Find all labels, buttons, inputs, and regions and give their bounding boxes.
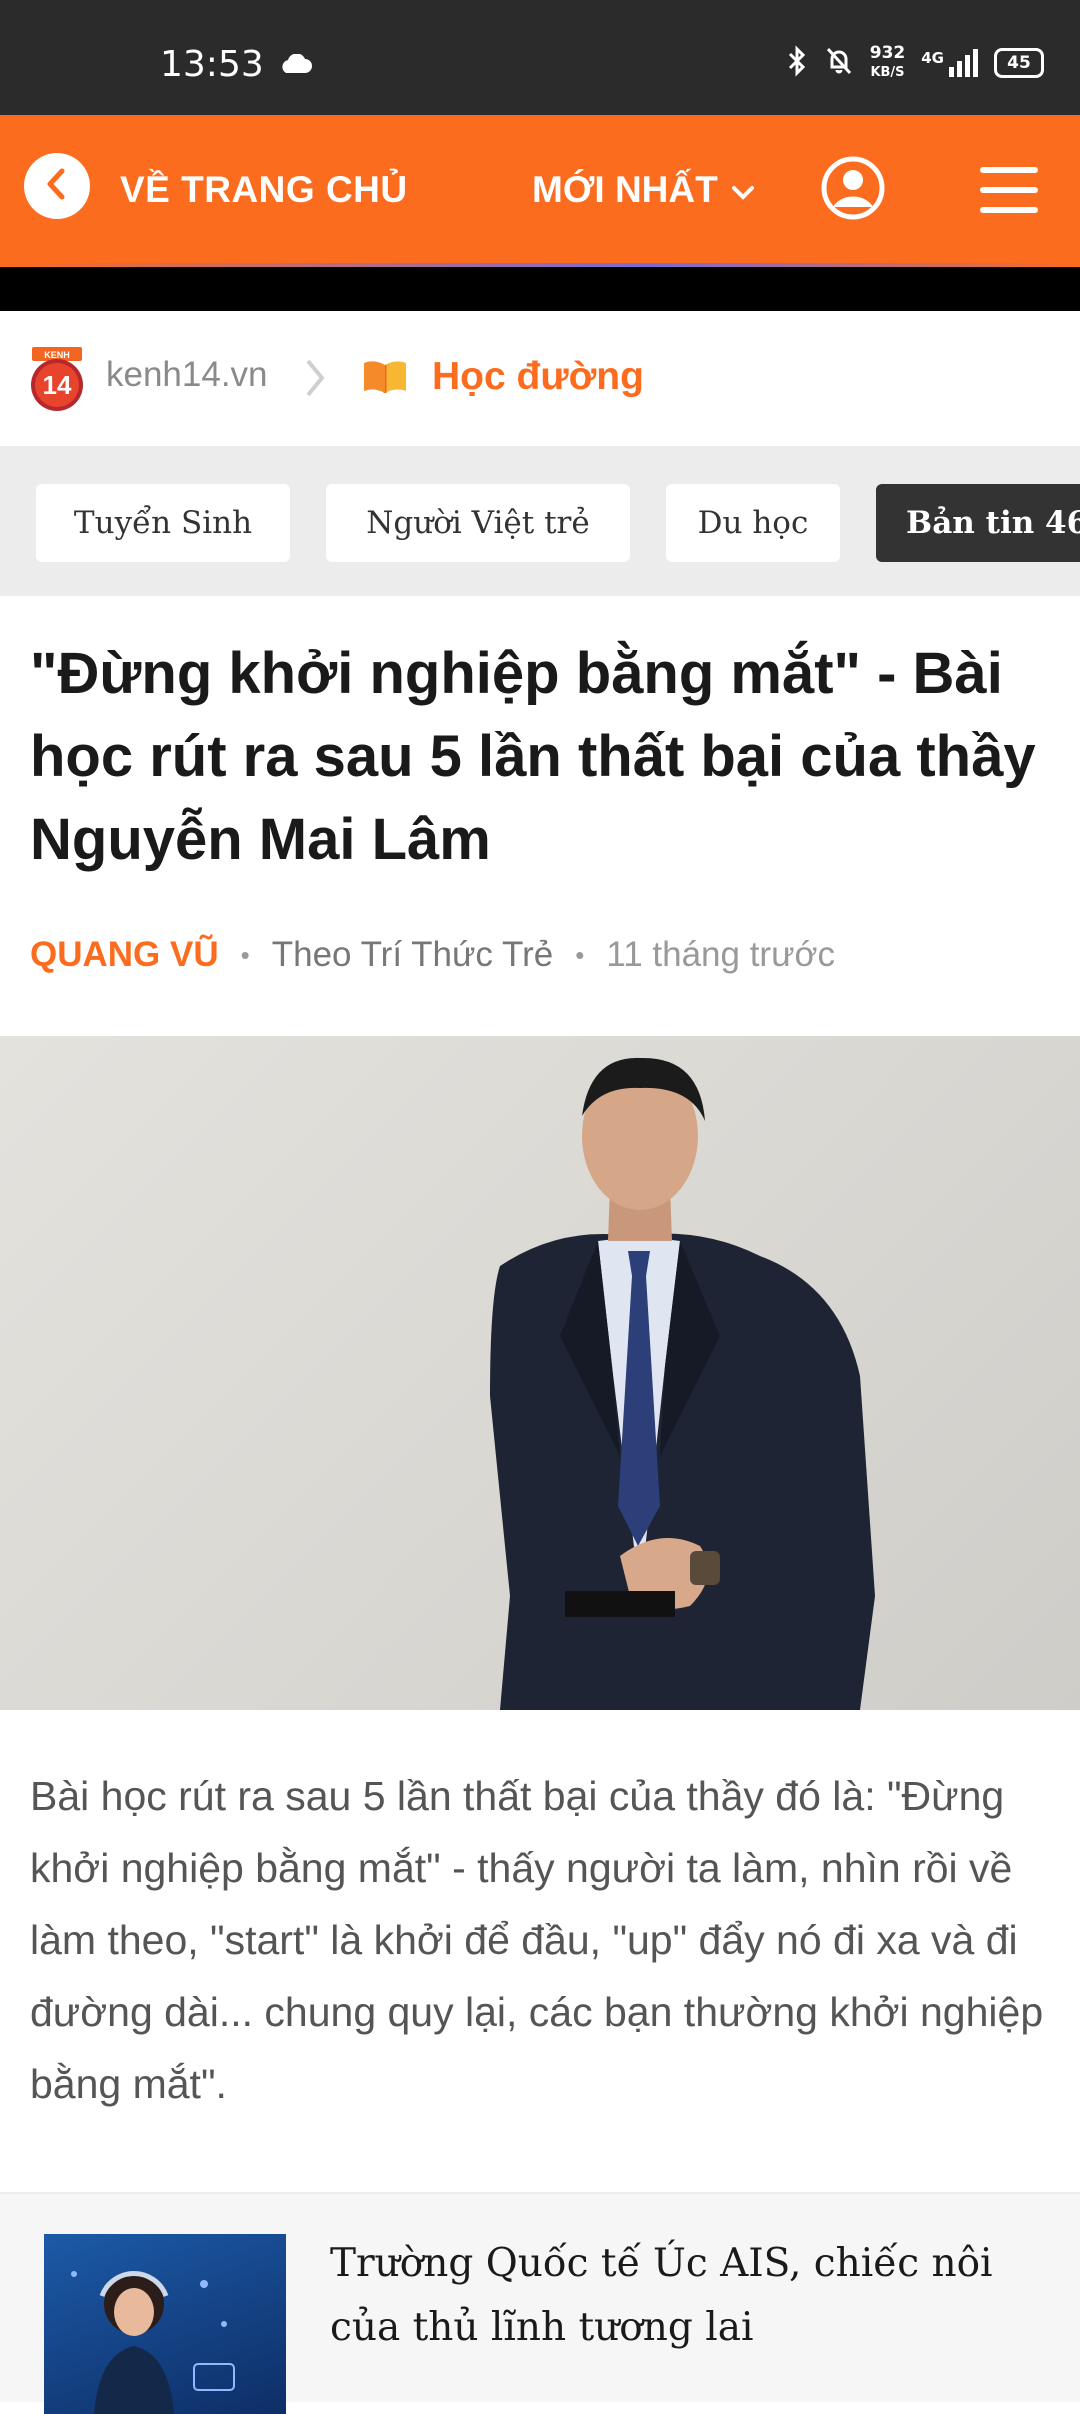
back-home-label[interactable]: VỀ TRANG CHỦ [120,169,408,211]
meta-separator: • [240,939,250,970]
tag-du-hoc[interactable]: Du học [666,484,840,562]
article-meta: QUANG VŨ • Theo Trí Thức Trẻ • 11 tháng … [30,935,835,975]
kenh14-logo[interactable]: KENH 14 [28,347,86,413]
book-icon [362,359,408,400]
logo-text: 14 [43,370,72,400]
header-shadow-strip [0,267,1080,311]
main-menu-button[interactable] [978,165,1040,220]
hero-photo-illustration [490,1057,875,1710]
article-time: 11 tháng trước [606,935,835,974]
meta-separator: • [575,939,585,970]
hamburger-menu-icon [978,167,1040,219]
logo-text-top: KENH [44,350,70,360]
back-arrow-icon [42,166,72,207]
bluetooth-icon [786,45,808,81]
author-link[interactable]: QUANG VŨ [30,935,219,975]
tag-ban-tin-46[interactable]: Bản tin 46 [876,484,1080,562]
latest-label: MỚI NHẤT [532,169,718,210]
chevron-down-icon [730,169,756,211]
article-hero-image [0,1036,1080,1710]
latest-dropdown[interactable]: MỚI NHẤT [532,169,756,211]
cloud-icon [278,53,312,79]
signal-icon: 4G [921,49,978,77]
category-link[interactable]: Học đường [432,355,644,399]
site-link[interactable]: kenh14.vn [106,355,268,395]
site-header: VỀ TRANG CHỦ MỚI NHẤT [0,115,1080,265]
tag-nguoi-viet-tre[interactable]: Người Việt trẻ [326,484,630,562]
related-article-card[interactable]: Trường Quốc tế Úc AIS, chiếc nôi của thủ… [0,2192,1080,2414]
breadcrumb: KENH 14 kenh14.vn Học đường [0,311,1080,446]
back-home-button[interactable] [24,153,90,219]
chevron-right-icon [300,355,330,406]
related-article-title[interactable]: Trường Quốc tế Úc AIS, chiếc nôi của thủ… [330,2232,1030,2360]
network-type: 4G [921,49,944,67]
user-account-button[interactable] [820,155,886,226]
tag-bar: Tuyển Sinh Người Việt trẻ Du học Bản tin… [0,446,1080,596]
status-time: 13:53 [160,44,264,85]
article-title: "Đừng khởi nghiệp bằng mắt" - Bài học rú… [30,641,1036,872]
status-icons: 932 KB/S 4G 45 [786,44,1044,82]
mute-bell-icon [824,45,854,81]
network-speed: 932 KB/S [870,44,906,82]
article-source: Theo Trí Thức Trẻ [271,935,554,974]
battery-indicator: 45 [994,48,1044,78]
article-lead: Bài học rút ra sau 5 lần thất bại của th… [30,1773,1044,2107]
user-icon [820,156,886,225]
network-speed-unit: KB/S [870,65,905,80]
related-article-thumbnail [44,2234,286,2414]
status-bar: 13:53 932 KB/S 4G 45 [0,0,1080,115]
network-speed-value: 932 [869,43,906,63]
tag-tuyen-sinh[interactable]: Tuyển Sinh [36,484,290,562]
